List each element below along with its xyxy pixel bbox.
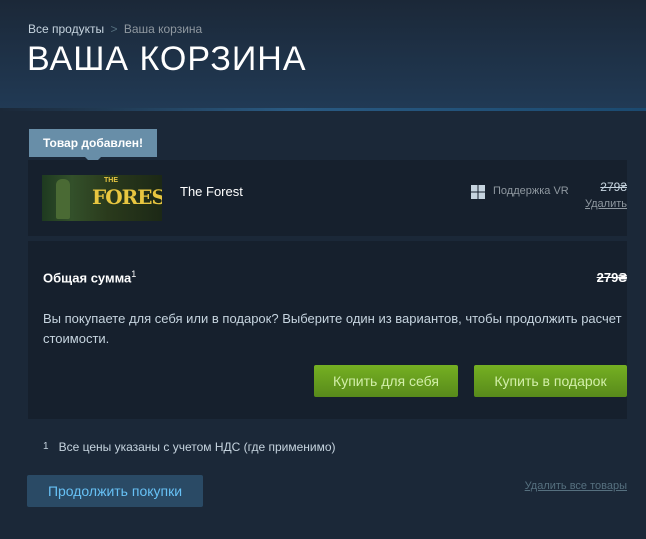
total-footnote-marker: 1 <box>131 269 137 279</box>
remove-all-items-link[interactable]: Удалить все товары <box>525 480 627 492</box>
continue-shopping-button[interactable]: Продолжить покупки <box>27 475 203 507</box>
thumbnail-logo: FOREST <box>92 185 162 209</box>
remove-item-link[interactable]: Удалить <box>585 198 627 210</box>
total-label-text: Общая сумма <box>43 270 132 286</box>
breadcrumb: Все продукты > Ваша корзина <box>28 22 202 36</box>
vat-footnote: 1 Все цены указаны с учетом НДС (где прим… <box>43 440 336 454</box>
buy-as-gift-button[interactable]: Купить в подарок <box>474 365 627 397</box>
game-thumbnail[interactable]: THE FOREST <box>42 175 162 221</box>
footnote-text: Все цены указаны с учетом НДС (где приме… <box>58 440 336 454</box>
page-title: ВАША КОРЗИНА <box>27 40 307 78</box>
item-price: 279₴ <box>600 180 627 194</box>
total-label: Общая сумма1 <box>43 269 136 285</box>
cart-item-row: THE FOREST The Forest Поддержка VR 279₴ … <box>28 160 627 236</box>
purchase-type-prompt: Вы покупаете для себя или в подарок? Выб… <box>43 311 622 346</box>
breadcrumb-separator: > <box>110 22 118 36</box>
breadcrumb-current: Ваша корзина <box>123 22 203 36</box>
thumbnail-figure <box>56 179 70 219</box>
total-price: 279₴ <box>596 270 627 285</box>
vr-support-label: Поддержка VR <box>493 185 569 197</box>
item-added-badge: Товар добавлен! <box>29 129 157 165</box>
order-summary-panel: Общая сумма1 279₴ Вы покупаете для себя … <box>28 241 627 419</box>
thumbnail-logo-small: THE <box>104 177 118 184</box>
breadcrumb-all-products[interactable]: Все продукты <box>28 22 104 36</box>
footnote-number: 1 <box>43 441 49 452</box>
header-separator <box>0 108 646 111</box>
windows-icon <box>471 185 485 199</box>
buy-for-self-button[interactable]: Купить для себя <box>314 365 458 397</box>
game-title-link[interactable]: The Forest <box>180 184 243 199</box>
